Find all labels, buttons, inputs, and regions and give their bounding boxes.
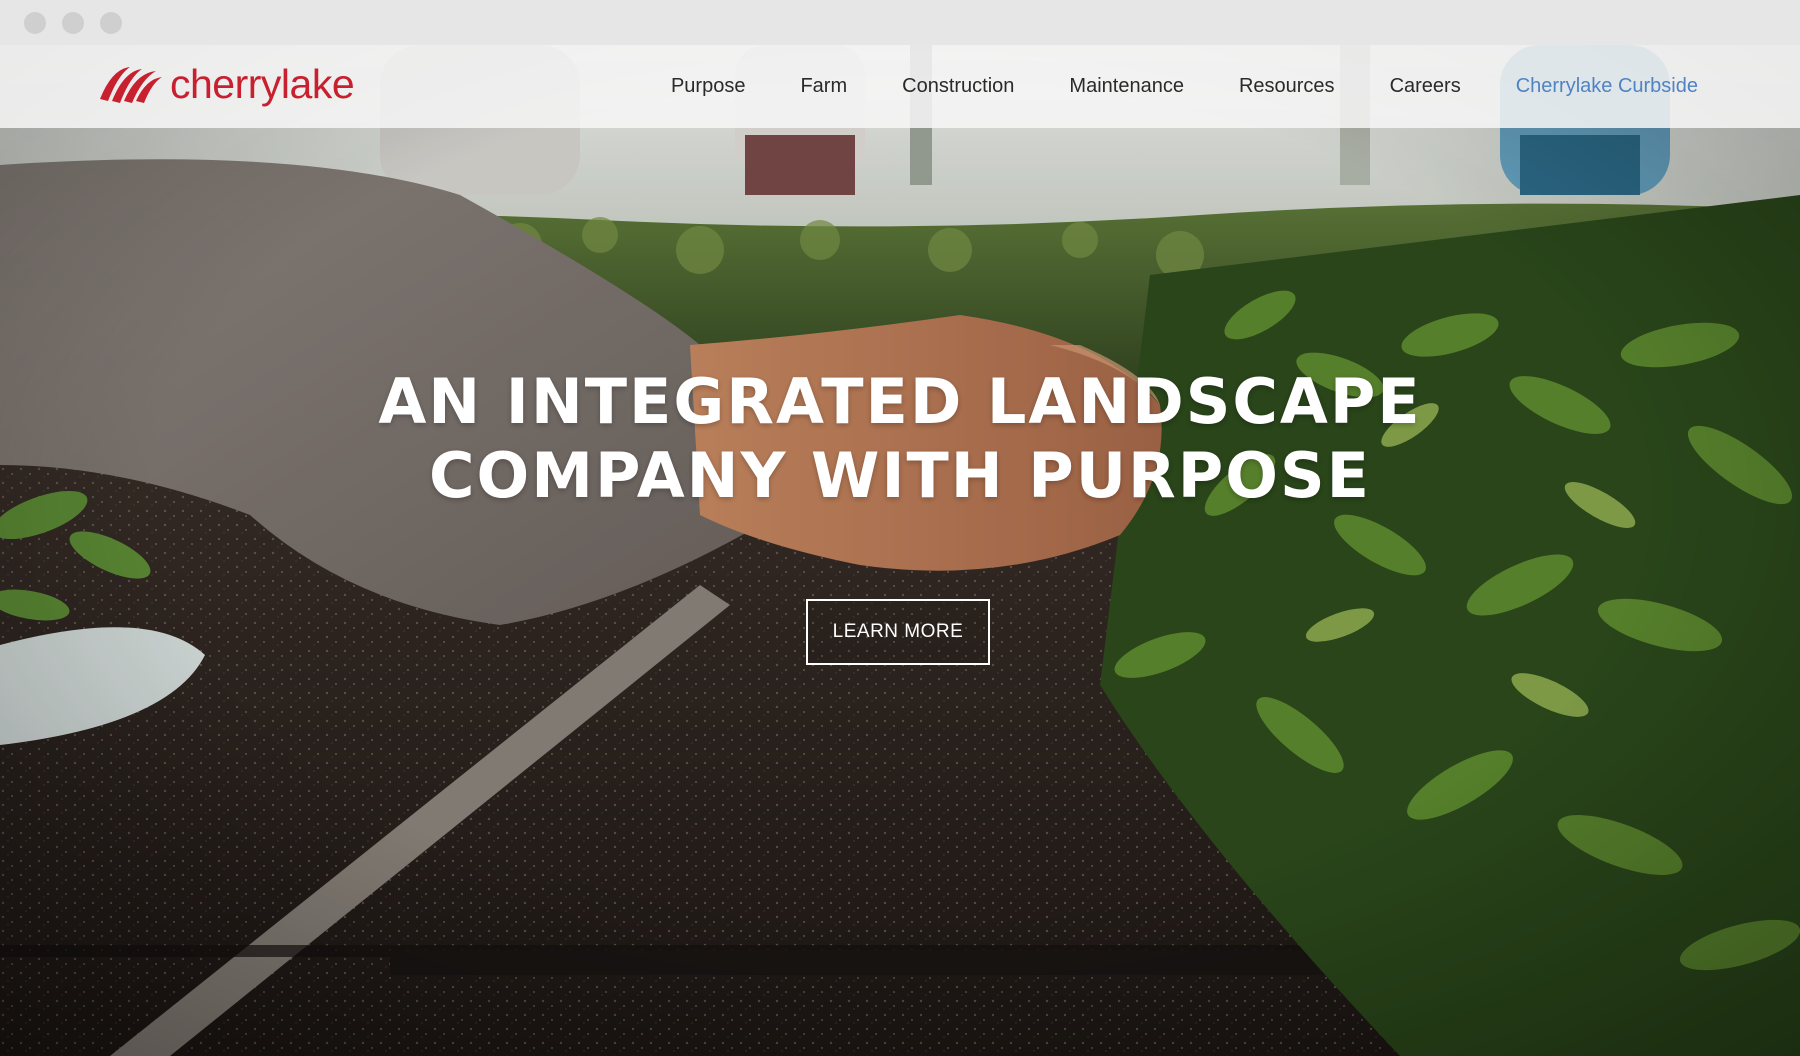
browser-titlebar (0, 0, 1800, 45)
nav-item-construction[interactable]: Construction (902, 75, 1014, 98)
window-minimize-dot[interactable] (62, 11, 84, 34)
nav-item-cherrylake-curbside[interactable]: Cherrylake Curbside (1516, 75, 1698, 98)
hero-title-line-2: COMPANY WITH PURPOSE (429, 439, 1371, 512)
hero-title: AN INTEGRATED LANDSCAPE COMPANY WITH PUR… (0, 365, 1800, 513)
nav-item-resources[interactable]: Resources (1239, 75, 1335, 98)
site-header: cherrylake Purpose Farm Construction Mai… (0, 45, 1800, 128)
hero-title-line-1: AN INTEGRATED LANDSCAPE (378, 365, 1422, 438)
nav-item-maintenance[interactable]: Maintenance (1069, 75, 1184, 98)
cherrylake-swoosh-icon (100, 67, 162, 103)
hero-section: cherrylake Purpose Farm Construction Mai… (0, 45, 1800, 1056)
window-maximize-dot[interactable] (100, 11, 122, 34)
brand-name: cherrylake (170, 60, 355, 107)
brand-logo[interactable]: cherrylake (98, 60, 355, 107)
nav-item-farm[interactable]: Farm (800, 75, 847, 98)
nav-item-purpose[interactable]: Purpose (671, 75, 746, 98)
main-nav: Purpose Farm Construction Maintenance Re… (616, 45, 1698, 128)
learn-more-button[interactable]: LEARN MORE (806, 599, 990, 665)
hero-background-image (0, 45, 1800, 1056)
nav-item-careers[interactable]: Careers (1390, 75, 1461, 98)
window-close-dot[interactable] (24, 11, 46, 34)
